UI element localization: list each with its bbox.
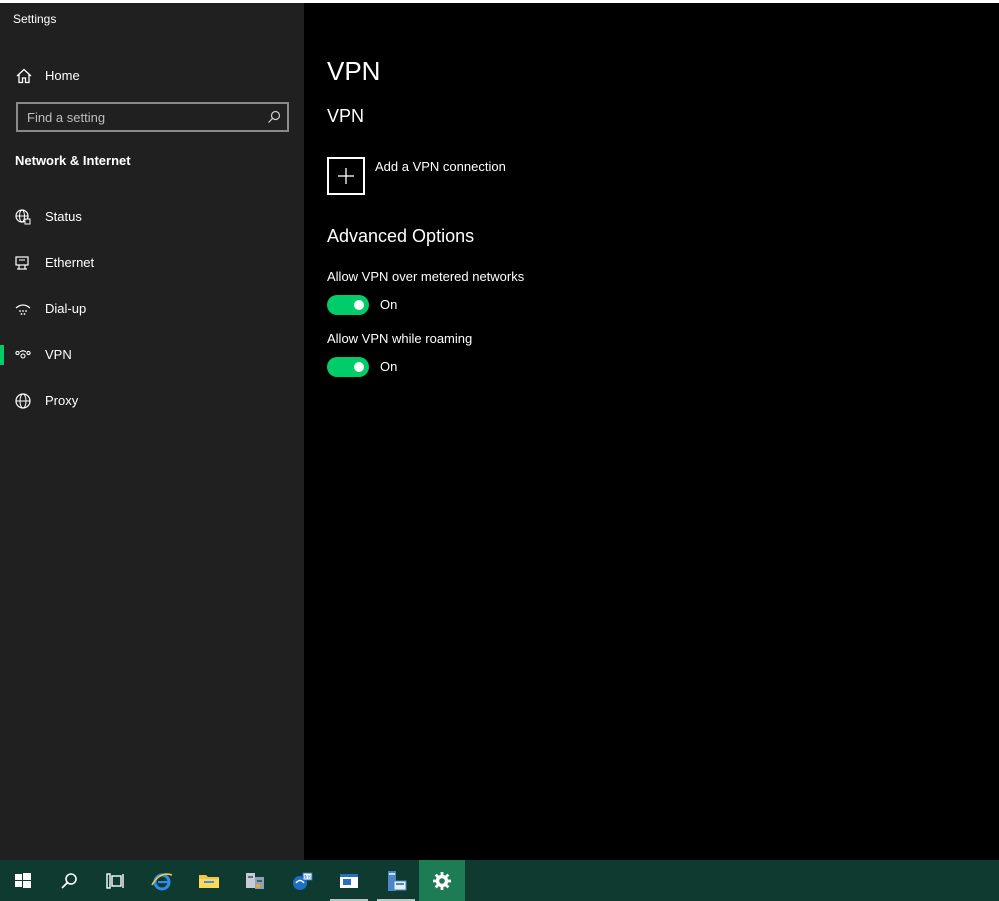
sidebar-item-label: VPN — [45, 347, 72, 362]
home-button[interactable]: Home — [0, 59, 304, 93]
add-vpn-label: Add a VPN connection — [375, 159, 506, 174]
start-button[interactable] — [0, 860, 46, 901]
search-input[interactable] — [18, 104, 258, 130]
page-title: VPN — [327, 56, 381, 86]
toggle-knob — [354, 362, 364, 372]
metered-networks-toggle[interactable] — [327, 295, 369, 315]
globe-status-icon — [14, 208, 32, 226]
sidebar-item-label: Proxy — [45, 393, 79, 408]
task-view-button[interactable] — [92, 860, 138, 901]
metered-networks-label: Allow VPN over metered networks — [327, 269, 525, 284]
ethernet-icon — [14, 254, 32, 272]
home-icon — [15, 67, 33, 85]
globe-proxy-icon — [14, 392, 32, 410]
add-vpn-connection-button[interactable]: Add a VPN connection — [327, 157, 567, 195]
toggle-knob — [354, 300, 364, 310]
sidebar-item-dial-up[interactable]: Dial-up — [0, 289, 304, 329]
section-title: VPN — [327, 106, 365, 126]
svg-text:dns: dns — [303, 875, 312, 881]
internet-explorer-button[interactable] — [139, 860, 185, 901]
app-title: Settings — [13, 12, 57, 26]
sidebar-item-label: Status — [45, 209, 82, 224]
remote-desktop-button[interactable] — [373, 860, 419, 901]
add-icon — [327, 157, 365, 195]
sidebar: Settings Home Network & Internet Status … — [0, 3, 304, 860]
window-app-button[interactable] — [326, 860, 372, 901]
roaming-state: On — [380, 359, 398, 374]
sidebar-item-status[interactable]: Status — [0, 197, 304, 237]
vpn-icon — [14, 346, 32, 364]
home-label: Home — [45, 68, 80, 83]
settings-taskbar-button[interactable] — [419, 860, 465, 901]
sidebar-item-proxy[interactable]: Proxy — [0, 381, 304, 421]
advanced-options-title: Advanced Options — [327, 226, 475, 246]
roaming-label: Allow VPN while roaming — [327, 331, 473, 346]
taskbar: dns — [0, 860, 999, 901]
sidebar-item-label: Dial-up — [45, 301, 87, 316]
search-box[interactable] — [16, 102, 289, 132]
taskbar-search-button[interactable] — [46, 860, 92, 901]
sidebar-item-ethernet[interactable]: Ethernet — [0, 243, 304, 283]
selection-indicator — [0, 345, 4, 365]
metered-networks-state: On — [380, 297, 398, 312]
section-label: Network & Internet — [15, 153, 131, 168]
roaming-toggle[interactable] — [327, 357, 369, 377]
network-app-button[interactable]: dns — [279, 860, 325, 901]
search-icon[interactable] — [267, 110, 281, 124]
sidebar-item-vpn[interactable]: VPN — [0, 335, 304, 375]
file-explorer-button[interactable] — [186, 860, 232, 901]
sidebar-item-label: Ethernet — [45, 255, 95, 270]
server-manager-button[interactable] — [232, 860, 278, 901]
dial-up-icon — [14, 300, 32, 318]
